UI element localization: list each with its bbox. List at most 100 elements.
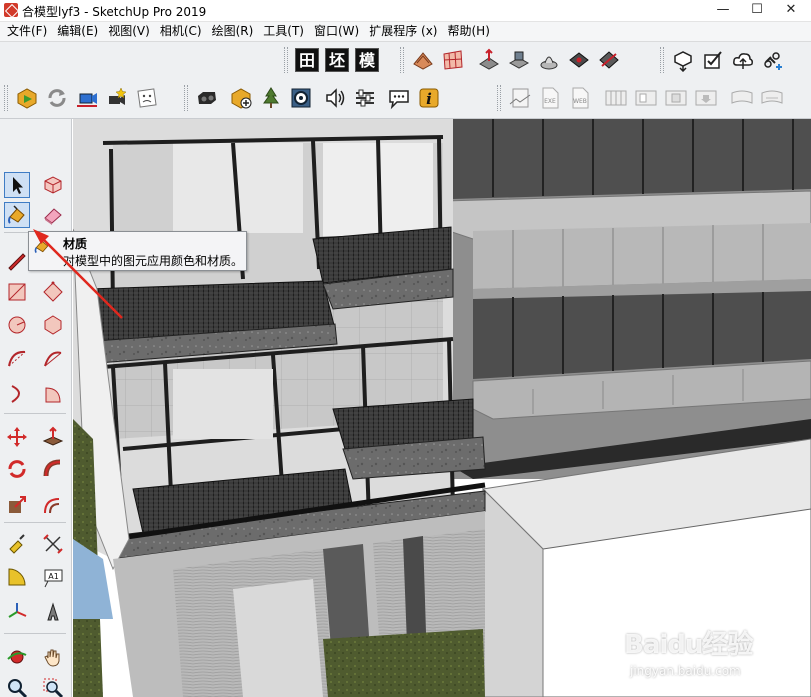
close-button[interactable]: ✕ — [774, 0, 808, 21]
menu-tools[interactable]: 工具(T) — [258, 22, 309, 42]
maximize-button[interactable]: ☐ — [740, 0, 774, 21]
pan-hand-icon[interactable] — [40, 644, 66, 670]
three-point-arc-icon[interactable] — [4, 381, 30, 407]
push-pull-icon[interactable] — [40, 424, 66, 450]
scale-icon[interactable] — [4, 492, 30, 518]
huan-plugin-button[interactable]: 坯 — [322, 45, 352, 75]
sketchup-app-icon[interactable] — [4, 3, 18, 17]
menu-camera[interactable]: 相机(C) — [155, 22, 207, 42]
comment-icon[interactable] — [384, 83, 414, 113]
select-tool-button[interactable] — [4, 172, 30, 198]
model-info-icon[interactable]: i — [414, 83, 444, 113]
arc-icon[interactable] — [4, 346, 30, 372]
toolbar-grip[interactable] — [184, 85, 188, 111]
svg-text:i: i — [426, 90, 432, 108]
scene-save-icon[interactable] — [661, 83, 691, 113]
zoom-icon[interactable] — [4, 675, 30, 697]
palette-divider — [4, 413, 66, 414]
building-model-render — [73, 119, 811, 697]
camera-star-icon[interactable] — [102, 83, 132, 113]
dynamic-components-toolbar — [4, 83, 162, 113]
mo-plugin-button[interactable]: 模 — [352, 45, 382, 75]
panorama-2-icon[interactable] — [757, 83, 787, 113]
polygon-icon[interactable] — [40, 312, 66, 338]
tape-measure-icon[interactable] — [4, 531, 30, 557]
toolbar-grip[interactable] — [660, 47, 664, 73]
paint-bucket-tool-button[interactable] — [4, 202, 30, 228]
interact-icon[interactable] — [12, 83, 42, 113]
toolbar-grip[interactable] — [284, 47, 288, 73]
zoom-window-icon[interactable] — [40, 675, 66, 697]
flip-edge-icon[interactable] — [594, 45, 624, 75]
offset-icon[interactable] — [40, 492, 66, 518]
menu-extensions[interactable]: 扩展程序 (x) — [364, 22, 442, 42]
3d-text-icon[interactable] — [40, 599, 66, 625]
dimension-icon[interactable] — [40, 531, 66, 557]
rectangle-icon[interactable] — [4, 279, 30, 305]
two-point-arc-icon[interactable] — [40, 346, 66, 372]
stamp-icon[interactable] — [504, 45, 534, 75]
share-model-icon[interactable] — [698, 45, 728, 75]
extension-warehouse-icon[interactable] — [758, 45, 788, 75]
scene-grid-icon[interactable] — [601, 83, 631, 113]
toolbar-grip[interactable] — [4, 85, 8, 111]
export-image-icon[interactable] — [505, 83, 535, 113]
orbit-icon[interactable] — [4, 644, 30, 670]
plugin-toolbar-kanji: 田 坯 模 — [284, 45, 382, 75]
sandbox-from-scratch-icon[interactable] — [438, 45, 468, 75]
export-web-icon[interactable]: WEB — [565, 83, 595, 113]
toolbar-row-2: i EXE WEB — [0, 79, 811, 119]
scene-export-icon[interactable] — [691, 83, 721, 113]
text-tool-label: A1 — [48, 572, 59, 581]
camera-move-icon[interactable] — [72, 83, 102, 113]
pencil-line-icon[interactable] — [4, 247, 30, 273]
add-detail-icon[interactable] — [564, 45, 594, 75]
render-settings-icon[interactable] — [286, 83, 316, 113]
pie-icon[interactable] — [40, 381, 66, 407]
eraser-icon[interactable] — [40, 202, 66, 228]
minimize-button[interactable]: — — [706, 0, 740, 21]
sound-icon[interactable] — [320, 83, 350, 113]
face-plugin-icon[interactable] — [132, 83, 162, 113]
sandbox-from-contours-icon[interactable] — [408, 45, 438, 75]
axes-icon[interactable] — [4, 599, 30, 625]
field-plugin-button[interactable]: 田 — [292, 45, 322, 75]
text-tool-icon[interactable]: A1 — [40, 565, 66, 591]
menu-window[interactable]: 窗口(W) — [309, 22, 364, 42]
make-component-icon[interactable] — [40, 172, 66, 198]
drape-icon[interactable] — [534, 45, 564, 75]
protractor-icon[interactable] — [4, 565, 30, 591]
menu-help[interactable]: 帮助(H) — [442, 22, 494, 42]
menu-edit[interactable]: 编辑(E) — [52, 22, 103, 42]
tooltip-paint-bucket: 材质 对模型中的图元应用颜色和材质。 — [28, 231, 247, 271]
move-icon[interactable] — [4, 424, 30, 450]
paint-bucket-icon — [34, 240, 49, 254]
toolbar-grip[interactable] — [497, 85, 501, 111]
reload-icon[interactable] — [42, 83, 72, 113]
menu-file[interactable]: 文件(F) — [0, 22, 52, 42]
baidu-watermark: Baidu经验 jingyan.baidu.com — [620, 624, 800, 694]
svg-text:WEB: WEB — [573, 98, 587, 105]
rotate-icon[interactable] — [4, 456, 30, 482]
warehouse-toolbar — [660, 45, 788, 75]
menu-view[interactable]: 视图(V) — [103, 22, 155, 42]
toolbar-grip[interactable] — [400, 47, 404, 73]
scene-copy-icon[interactable] — [631, 83, 661, 113]
3d-warehouse-icon[interactable] — [668, 45, 698, 75]
svg-text:EXE: EXE — [544, 98, 556, 105]
component-add-icon[interactable] — [226, 83, 256, 113]
vr-viewer-icon[interactable] — [192, 83, 222, 113]
menu-bar: 文件(F) 编辑(E) 视图(V) 相机(C) 绘图(R) 工具(T) 窗口(W) 扩展程序 … — [0, 22, 811, 42]
model-viewport[interactable] — [73, 119, 811, 697]
panorama-icon[interactable] — [727, 83, 757, 113]
sliders-icon[interactable] — [350, 83, 380, 113]
tree-icon[interactable] — [256, 83, 286, 113]
rotated-rectangle-icon[interactable] — [40, 279, 66, 305]
menu-draw[interactable]: 绘图(R) — [207, 22, 259, 42]
smoove-icon[interactable] — [474, 45, 504, 75]
follow-me-icon[interactable] — [40, 456, 66, 482]
share-component-icon[interactable] — [728, 45, 758, 75]
tool-palette: A1 — [0, 119, 72, 697]
circle-icon[interactable] — [4, 312, 30, 338]
export-exe-icon[interactable]: EXE — [535, 83, 565, 113]
